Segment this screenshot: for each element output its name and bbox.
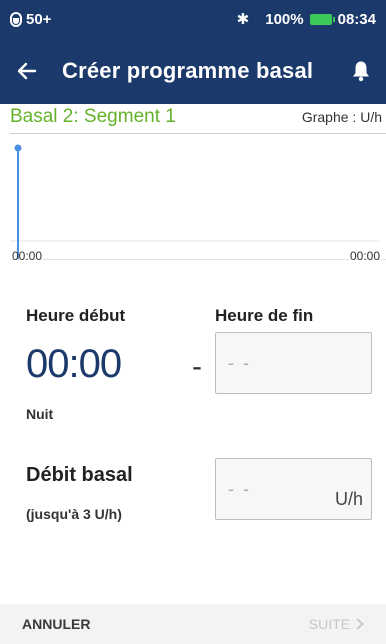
app-bar: Créer programme basal — [0, 38, 386, 104]
pod-icon — [10, 11, 22, 27]
pod-status: 50+ — [10, 11, 51, 28]
battery-icon — [309, 13, 335, 25]
back-arrow-icon[interactable] — [14, 58, 40, 84]
next-label: SUITE — [308, 616, 350, 632]
end-time-placeholder: - - — [228, 353, 251, 373]
next-button[interactable]: SUITE — [309, 616, 364, 632]
basal-rate-unit: U/h — [334, 489, 363, 509]
start-period-label: Nuit — [26, 406, 54, 422]
end-time-label: Heure de fin — [215, 306, 314, 325]
segment-marker-dot — [14, 144, 22, 152]
segment-form: Heure début Heure de fin 00:00 - - - Nui… — [0, 284, 386, 604]
chevron-right-icon — [356, 618, 364, 630]
basal-rate-placeholder: - - — [228, 479, 251, 499]
x-tick-start: 00:00 — [12, 249, 43, 263]
pod-label: 50+ — [26, 10, 52, 28]
time-range-dash: - — [192, 350, 202, 383]
end-time-input[interactable]: - - — [215, 332, 372, 394]
start-time-value: 00:00 — [26, 342, 122, 386]
basal-graph: Basal 2: Segment 1 Graphe : U/h 00:00 00… — [10, 106, 386, 263]
x-tick-end: 00:00 — [349, 249, 380, 263]
start-time-label: Heure début — [26, 306, 126, 325]
bluetooth-icon: ✱ — [236, 11, 250, 28]
status-bar: 50+ ✱ 100% 08:34 — [0, 0, 386, 38]
status-right: ✱ 100% 08:34 — [236, 10, 376, 29]
segment-title: Basal 2: Segment 1 — [10, 106, 176, 127]
bell-icon[interactable] — [350, 59, 372, 83]
basal-rate-label: Débit basal — [26, 464, 133, 486]
graph-plot: 00:00 00:00 — [10, 134, 386, 263]
graph-header: Basal 2: Segment 1 Graphe : U/h — [10, 106, 386, 134]
basal-rate-hint: (jusqu'à 3 U/h) — [26, 506, 122, 522]
graph-unit-label: Graphe : U/h — [301, 109, 382, 125]
battery-percent: 100% — [265, 10, 304, 28]
footer-bar: ANNULER SUITE — [0, 604, 386, 644]
cancel-button[interactable]: ANNULER — [22, 616, 90, 632]
basal-rate-input[interactable]: - - U/h — [215, 458, 372, 520]
page-title: Créer programme basal — [62, 58, 314, 83]
clock: 08:34 — [337, 10, 376, 28]
